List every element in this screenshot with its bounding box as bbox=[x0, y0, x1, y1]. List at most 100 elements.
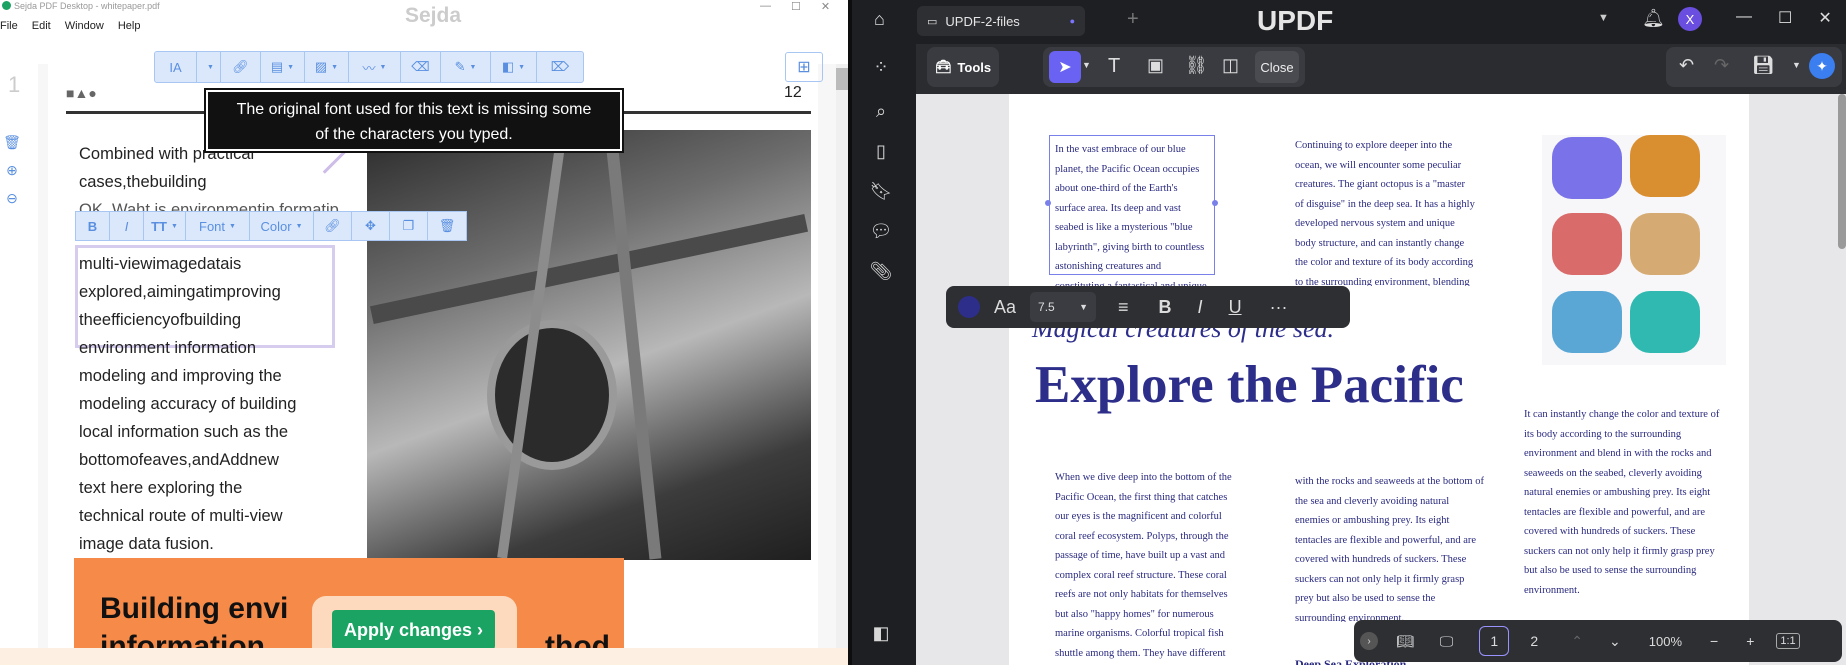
maximize-icon[interactable]: ☐ bbox=[791, 0, 801, 13]
page-1-button[interactable]: 1 bbox=[1479, 626, 1510, 656]
text-block-bottom-2: with the rocks and seaweeds at the botto… bbox=[1295, 476, 1484, 622]
close-edit-button[interactable]: Close bbox=[1255, 51, 1299, 83]
sejda-logo-icon bbox=[2, 1, 11, 10]
expand-icon[interactable]: › bbox=[1360, 632, 1378, 650]
select-tool-icon[interactable]: ➤ bbox=[1049, 51, 1081, 83]
page-navigation-bar: › 📖︎ 🖵︎ 1 2 ⌃ ⌄ 100% − + 1:1 bbox=[1354, 620, 1842, 662]
text-format-toolbar: B I TT ▼ Font ▼ Color ▼ 🔗︎ ✥ ❐ 🗑︎ bbox=[75, 211, 467, 241]
form-icon[interactable]: ▤ ▼ bbox=[261, 52, 305, 82]
italic-button[interactable]: I bbox=[110, 212, 144, 240]
bookmark-icon[interactable]: 🔖︎ bbox=[868, 178, 894, 204]
ai-assistant-icon[interactable]: ✦ bbox=[1809, 53, 1835, 79]
chevron-down-icon[interactable]: ▼ bbox=[1082, 60, 1091, 70]
eraser-icon[interactable]: ⌫ bbox=[401, 52, 441, 82]
maximize-icon[interactable]: ☐ bbox=[1778, 8, 1792, 28]
sea-creatures-illustration bbox=[1542, 135, 1726, 365]
comment-icon[interactable]: 💬︎ bbox=[868, 218, 894, 244]
shapes-glyphs: ■▲● bbox=[66, 85, 97, 101]
updf-window: ⌂ ▭ UPDF-2-files ● + UPDF ▼ 🔔︎ X — ☐ ✕ ⁘… bbox=[852, 0, 1846, 665]
resize-handle[interactable] bbox=[1212, 200, 1218, 206]
copy-icon[interactable]: ❐ bbox=[390, 212, 428, 240]
text-tool-button[interactable]: IA bbox=[155, 52, 197, 82]
undo-icon[interactable]: ↶ bbox=[1679, 55, 1694, 76]
brand-logo: UPDF bbox=[1257, 5, 1334, 36]
minimize-icon[interactable]: — bbox=[1736, 8, 1752, 28]
underline-button[interactable]: U bbox=[1229, 297, 1242, 318]
zoom-controls: 🗑︎ ⊕ ⊖ bbox=[0, 130, 24, 210]
bold-button[interactable]: B bbox=[76, 212, 110, 240]
delete-tool-icon[interactable]: ⌦ bbox=[537, 52, 583, 82]
text-tool-dropdown[interactable]: ▼ bbox=[197, 52, 221, 82]
scrollbar[interactable] bbox=[1838, 94, 1846, 249]
zoom-level[interactable]: 100% bbox=[1649, 634, 1682, 649]
font-dropdown[interactable]: Font ▼ bbox=[186, 212, 250, 240]
close-icon[interactable]: ✕ bbox=[821, 0, 830, 13]
minimize-icon[interactable]: — bbox=[760, 0, 771, 13]
signature-icon[interactable]: 〰 ▼ bbox=[349, 52, 401, 82]
add-image-icon[interactable]: ▣ bbox=[1147, 55, 1164, 76]
bold-button[interactable]: B bbox=[1159, 297, 1172, 318]
apply-changes-button[interactable]: Apply changes › bbox=[332, 610, 495, 650]
text-block-bottom-1: When we dive deep into the bottom of the… bbox=[1055, 472, 1232, 659]
link-icon[interactable]: 🔗︎ bbox=[221, 52, 261, 82]
move-icon[interactable]: ✥ bbox=[352, 212, 390, 240]
bottom-bar bbox=[0, 648, 852, 665]
resize-handle[interactable] bbox=[1045, 200, 1051, 206]
stamp-tool-icon[interactable]: ◫ bbox=[1222, 55, 1239, 76]
page-icon[interactable]: ▯ bbox=[868, 138, 894, 164]
sidebar-toggle-icon[interactable]: ◧ bbox=[868, 620, 894, 646]
chevron-down-icon[interactable]: ▼ bbox=[1792, 60, 1801, 70]
color-swatch[interactable] bbox=[958, 296, 980, 318]
selected-text-block[interactable]: In the vast embrace of our blue planet, … bbox=[1049, 135, 1215, 311]
avatar[interactable]: X bbox=[1678, 7, 1702, 31]
menu-help[interactable]: Help bbox=[118, 20, 141, 32]
pen-icon[interactable]: ✎ ▼ bbox=[441, 52, 491, 82]
chevron-up-icon[interactable]: ⌃ bbox=[1571, 633, 1583, 650]
font-size-button[interactable]: TT ▼ bbox=[144, 212, 186, 240]
chevron-down-icon[interactable]: ⌄ bbox=[1609, 633, 1621, 650]
actual-size-button[interactable]: 1:1 bbox=[1776, 633, 1800, 649]
save-icon[interactable]: 💾︎ bbox=[1752, 55, 1775, 76]
menu-window[interactable]: Window bbox=[65, 20, 104, 32]
zoom-in-icon[interactable]: ⊕ bbox=[0, 158, 24, 182]
link-tool-icon[interactable]: ⛓︎ bbox=[1185, 55, 1208, 76]
link-icon[interactable]: 🔗︎ bbox=[314, 212, 352, 240]
trash-icon[interactable]: 🗑︎ bbox=[0, 130, 24, 154]
layout-icon[interactable]: ⊞ bbox=[785, 52, 823, 82]
present-icon[interactable]: 🖵︎ bbox=[1440, 633, 1454, 650]
attachment-icon[interactable]: 📎︎ bbox=[868, 258, 894, 284]
zoom-out-icon[interactable]: − bbox=[1710, 633, 1718, 649]
apps-icon[interactable]: ⁘ bbox=[868, 54, 894, 80]
edited-paragraph[interactable]: multi-viewimagedatais explored,aimingati… bbox=[79, 250, 281, 334]
redo-icon[interactable]: ↷ bbox=[1714, 55, 1729, 76]
color-dropdown[interactable]: Color ▼ bbox=[250, 212, 314, 240]
bell-icon[interactable]: 🔔︎ bbox=[1642, 8, 1665, 29]
tools-button[interactable]: 🧰︎ Tools bbox=[927, 47, 999, 87]
menu-file[interactable]: File bbox=[0, 20, 18, 32]
font-size-select[interactable]: 7.5 ▼ bbox=[1030, 292, 1097, 322]
home-icon[interactable]: ⌂ bbox=[874, 9, 885, 30]
text-block-col2: Continuing to explore deeper into the oc… bbox=[1295, 140, 1475, 286]
menubar: File Edit Window Help bbox=[0, 20, 140, 32]
chevron-down-icon[interactable]: ▼ bbox=[1598, 12, 1609, 24]
page-2-button[interactable]: 2 bbox=[1519, 626, 1549, 656]
image-icon[interactable]: ▨ ▼ bbox=[305, 52, 349, 82]
font-face-button[interactable]: Aa bbox=[994, 297, 1016, 318]
shapes-icon[interactable]: ◧ ▼ bbox=[491, 52, 537, 82]
close-icon[interactable]: ✕ bbox=[1818, 8, 1831, 28]
more-options-button[interactable]: ··· bbox=[1270, 297, 1288, 318]
add-text-icon[interactable]: T bbox=[1108, 55, 1120, 78]
zoom-out-icon[interactable]: ⊖ bbox=[0, 186, 24, 210]
tab-document[interactable]: ▭ UPDF-2-files ● bbox=[917, 6, 1085, 36]
menu-edit[interactable]: Edit bbox=[32, 20, 51, 32]
reading-mode-icon[interactable]: 📖︎ bbox=[1396, 633, 1414, 650]
italic-button[interactable]: I bbox=[1198, 297, 1203, 318]
search-icon[interactable]: ⌕ bbox=[868, 98, 894, 124]
zoom-in-icon[interactable]: + bbox=[1746, 633, 1754, 649]
unsaved-dot-icon: ● bbox=[1069, 16, 1075, 26]
align-icon[interactable]: ≡ bbox=[1118, 297, 1129, 318]
trash-icon[interactable]: 🗑︎ bbox=[428, 212, 466, 240]
sejda-toolbar: IA ▼ 🔗︎ ▤ ▼ ▨ ▼ 〰 ▼ ⌫ ✎ ▼ ◧ ▼ ⌦ bbox=[154, 51, 584, 83]
watermark: Sejda bbox=[405, 4, 462, 27]
new-tab-icon[interactable]: + bbox=[1127, 8, 1139, 31]
